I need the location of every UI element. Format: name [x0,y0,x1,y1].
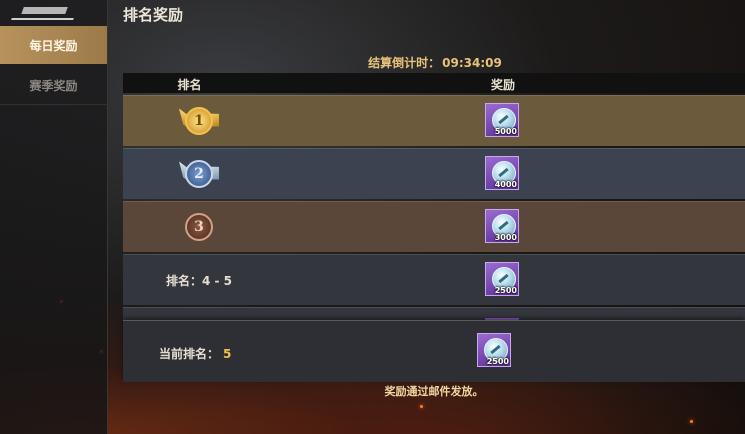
gold-rank-badge-icon: 1 [179,103,219,139]
countdown-label: 结算倒计时： [368,56,441,70]
reward-quantity: 2500 [494,286,517,295]
table-row: 2 4000 [123,148,745,199]
table-row: 3 3000 [123,201,745,252]
ember-particle [690,420,693,423]
mail-delivery-note: 奖励通过邮件发放。 [384,385,484,398]
reward-item-icon[interactable]: 4000 [485,156,519,190]
column-header-reward: 奖励 [490,78,515,92]
rank-number: 2 [185,160,213,188]
reward-quantity: 5000 [494,127,517,136]
silver-rank-badge-icon: 2 [179,156,219,192]
table-row: 1 5000 [123,95,745,146]
table-row: 排名：4 - 5 2500 [123,254,745,305]
column-header-rank: 排名 [177,78,202,92]
tab-daily-rewards[interactable]: 每日奖励 [0,26,107,64]
game-logo-icon [11,4,79,20]
current-rank-panel: 当前排名： 5 2500 [123,320,745,382]
bronze-rank-badge-icon: 3 [179,209,219,245]
reward-item-icon[interactable]: 3000 [485,209,519,243]
reward-quantity: 4000 [494,180,517,189]
rank-number: 3 [185,213,213,241]
settlement-countdown: 结算倒计时： 09:34:09 [123,54,745,71]
reward-item-icon[interactable]: 2500 [485,262,519,296]
rank-range-label: 排名：4 - 5 [165,273,233,288]
rank-number: 1 [185,107,213,135]
reward-item-icon[interactable]: 2500 [477,333,511,367]
reward-quantity: 3000 [494,233,517,242]
sidebar: 每日奖励 赛季奖励 [0,0,108,434]
page-title: 排名奖励 [123,6,184,24]
ember-particle [420,405,423,408]
reward-quantity: 2500 [486,357,509,366]
table-header: 排名 奖励 [123,73,745,93]
current-rank-label: 当前排名： 5 [159,347,232,361]
current-rank-value: 5 [223,347,232,361]
tab-season-rewards[interactable]: 赛季奖励 [0,66,107,105]
reward-item-icon[interactable]: 5000 [485,103,519,137]
countdown-time: 09:34:09 [442,56,502,70]
